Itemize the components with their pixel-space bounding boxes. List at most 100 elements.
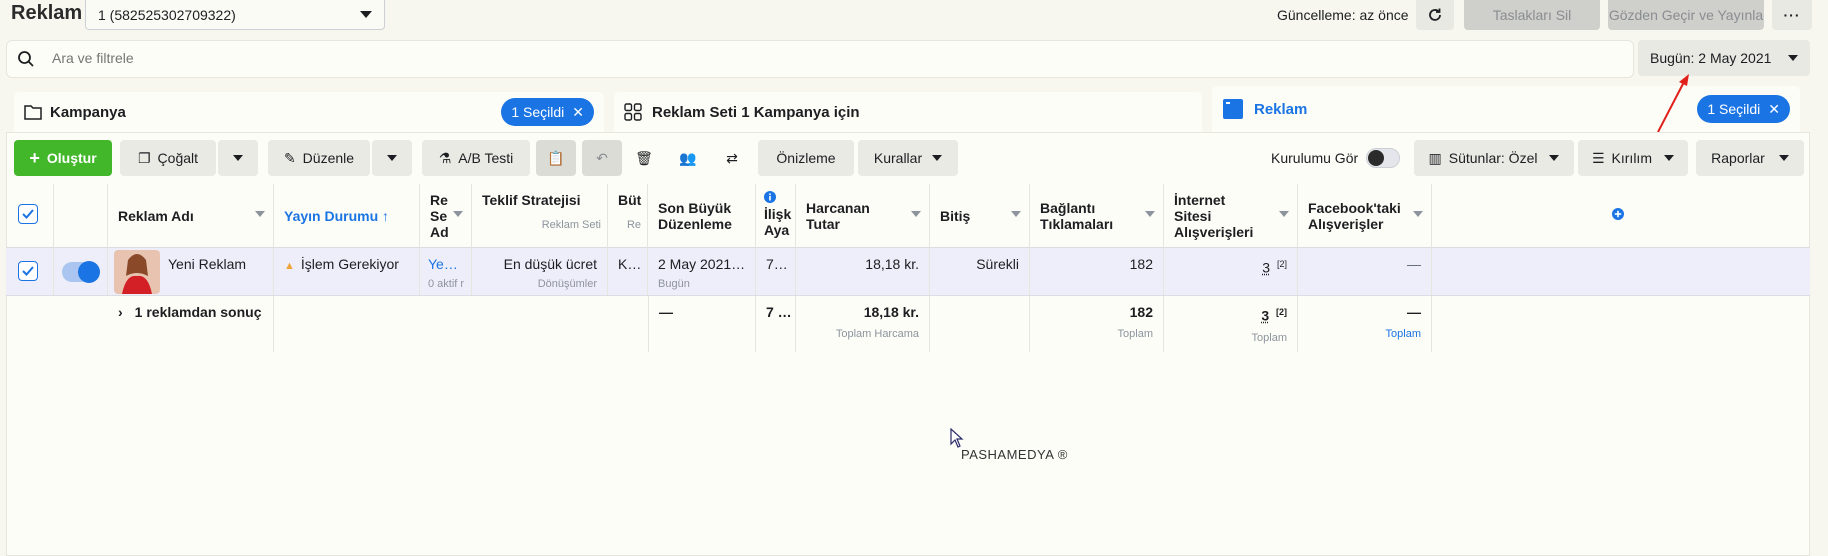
header-ends[interactable]: Bitiş: [930, 184, 1030, 248]
header-web-line3: Alışverişleri: [1174, 224, 1254, 240]
row-toggle-cell: [54, 248, 108, 295]
ad-active-toggle[interactable]: [62, 261, 100, 283]
header-web-purchases[interactable]: İnternet Sitesi Alışverişleri: [1164, 184, 1298, 248]
paste-button[interactable]: 📋: [536, 140, 576, 176]
header-ad-name[interactable]: Reklam Adı: [108, 184, 274, 248]
grid-icon: [624, 103, 642, 121]
annotation-arrow-icon: [1657, 74, 1689, 133]
header-link-clicks[interactable]: Bağlantı Tıklamaları: [1030, 184, 1164, 248]
summary-web-footnote: [2]: [1276, 307, 1287, 317]
ad-selected-badge[interactable]: 1 Seçildi ✕: [1697, 95, 1790, 123]
review-publish-button[interactable]: Gözden Geçir ve Yayınla: [1608, 0, 1764, 30]
tab-adset-label: Reklam Seti 1 Kampanya için: [652, 103, 860, 121]
undo-button[interactable]: ↶: [582, 140, 622, 176]
check-icon: [22, 209, 34, 219]
web-purchases-text[interactable]: 3: [1262, 260, 1270, 276]
ab-test-button[interactable]: ⚗ A/B Testi: [422, 140, 530, 176]
header-bid-strategy[interactable]: Teklif Stratejisi Reklam Seti: [472, 184, 608, 248]
row-checkbox[interactable]: [18, 261, 38, 281]
summary-fb-text: —: [1407, 304, 1421, 320]
summary-web-purchases-text[interactable]: 3: [1261, 308, 1269, 324]
summary-last-edit-text: —: [659, 304, 673, 320]
date-range-picker[interactable]: Bugün: 2 May 2021: [1638, 40, 1810, 76]
cell-budget: K…: [608, 248, 648, 295]
summary-attribution-text: 7 …: [766, 304, 792, 320]
header-attribution[interactable]: İlişk Aya: [756, 184, 796, 248]
duplicate-icon: ❐: [137, 149, 151, 166]
sort-icon: [255, 211, 265, 217]
campaign-selected-badge[interactable]: 1 Seçildi ✕: [501, 98, 594, 126]
breakdown-label: Kırılım: [1611, 150, 1652, 166]
tab-campaign-label: Kampanya: [50, 103, 126, 121]
date-range-label: Bugün: 2 May 2021: [1650, 50, 1772, 66]
share-button[interactable]: ⇄: [712, 140, 752, 176]
chevron-down-icon: [932, 155, 943, 161]
cell-adset-name[interactable]: Ye… 0 aktif r: [420, 248, 472, 295]
header-bid-label: Teklif Stratejisi: [482, 192, 581, 208]
account-label: 1 (582525302709322): [98, 6, 236, 23]
show-setup-toggle[interactable]: Kurulumu Gör: [1271, 148, 1401, 168]
summary-ends: [930, 296, 1030, 352]
more-icon: ···: [1783, 7, 1801, 23]
tab-ad[interactable]: Reklam 1 Seçildi ✕: [1212, 86, 1800, 132]
search-icon: [18, 51, 34, 67]
folder-icon: [24, 105, 42, 120]
search-input[interactable]: [52, 50, 652, 66]
header-last-edit[interactable]: Son Büyük Düzenleme: [648, 184, 756, 248]
header-link-clicks-line2: Tıklamaları: [1040, 216, 1114, 232]
row-checkbox-cell: [6, 248, 54, 295]
header-delivery[interactable]: Yayın Durumu ↑: [274, 184, 420, 248]
last-edit-sub: Bugün: [658, 278, 690, 290]
header-fb-purchases[interactable]: Facebook'taki Alışverişler: [1298, 184, 1432, 248]
more-options-button[interactable]: ···: [1772, 0, 1812, 30]
chevron-right-icon[interactable]: ›: [118, 304, 123, 320]
sort-icon: [1145, 211, 1155, 217]
share-icon: ⇄: [726, 149, 738, 166]
cell-summary-label[interactable]: › 1 reklamdan sonuç: [108, 296, 274, 352]
add-column-icon[interactable]: [1612, 208, 1624, 220]
header-budget[interactable]: Büt Re: [608, 184, 648, 248]
cell-web-purchases[interactable]: 3 [2]: [1164, 248, 1298, 295]
update-status: Güncelleme: az önce: [1277, 7, 1409, 23]
edit-button[interactable]: ✎ Düzenle: [268, 140, 370, 176]
duplicate-dropdown[interactable]: [218, 140, 258, 176]
cell-link-clicks: 182: [1030, 248, 1164, 295]
summary-link-clicks: 182 Toplam: [1030, 296, 1164, 352]
tab-ad-label: Reklam: [1254, 100, 1308, 118]
check-icon: [22, 266, 34, 276]
audience-button[interactable]: 👥: [668, 140, 708, 176]
cell-ad-name[interactable]: Yeni Reklam: [108, 248, 274, 295]
delete-button[interactable]: 🗑: [624, 140, 664, 176]
people-icon: 👥: [679, 149, 697, 166]
header-fb-line2: Alışverişler: [1308, 216, 1384, 232]
close-icon[interactable]: ✕: [572, 104, 584, 121]
breakdown-button[interactable]: ☰ Kırılım: [1578, 140, 1688, 176]
attribution-text: 7…: [766, 256, 788, 272]
header-adset-name[interactable]: Re Se Ad: [420, 184, 472, 248]
tab-adset[interactable]: Reklam Seti 1 Kampanya için: [614, 92, 1202, 132]
breakdown-icon: ☰: [1591, 149, 1605, 166]
header-attribution-line1: İlişk: [764, 206, 792, 222]
columns-button[interactable]: ▥ Sütunlar: Özel: [1414, 140, 1574, 176]
sort-icon: [453, 211, 463, 217]
account-selector[interactable]: 1 (582525302709322): [85, 0, 385, 30]
header-fb-line1: Facebook'taki: [1308, 200, 1401, 216]
tab-campaign[interactable]: Kampanya 1 Seçildi ✕: [14, 92, 604, 132]
refresh-button[interactable]: [1416, 0, 1454, 30]
header-adset-line3: Ad: [430, 224, 449, 240]
edit-dropdown[interactable]: [372, 140, 412, 176]
select-all-checkbox[interactable]: [18, 204, 38, 224]
adset-link[interactable]: Ye…: [428, 256, 458, 272]
delete-drafts-button[interactable]: Taslakları Sil: [1464, 0, 1600, 30]
header-spend[interactable]: Harcanan Tutar: [796, 184, 930, 248]
create-button[interactable]: + Oluştur: [14, 140, 112, 176]
reports-button[interactable]: Raporlar: [1696, 140, 1804, 176]
preview-button[interactable]: Önizleme: [758, 140, 854, 176]
summary-last-edit: —: [648, 296, 756, 352]
toggle-switch[interactable]: [1366, 148, 1401, 168]
rules-button[interactable]: Kurallar: [858, 140, 958, 176]
table-row[interactable]: Yeni Reklam ▲ İşlem Gerekiyor Ye… 0 aktif…: [6, 248, 1810, 296]
close-icon[interactable]: ✕: [1768, 101, 1780, 118]
search-bar[interactable]: [6, 40, 1634, 78]
duplicate-button[interactable]: ❐ Çoğalt: [120, 140, 216, 176]
